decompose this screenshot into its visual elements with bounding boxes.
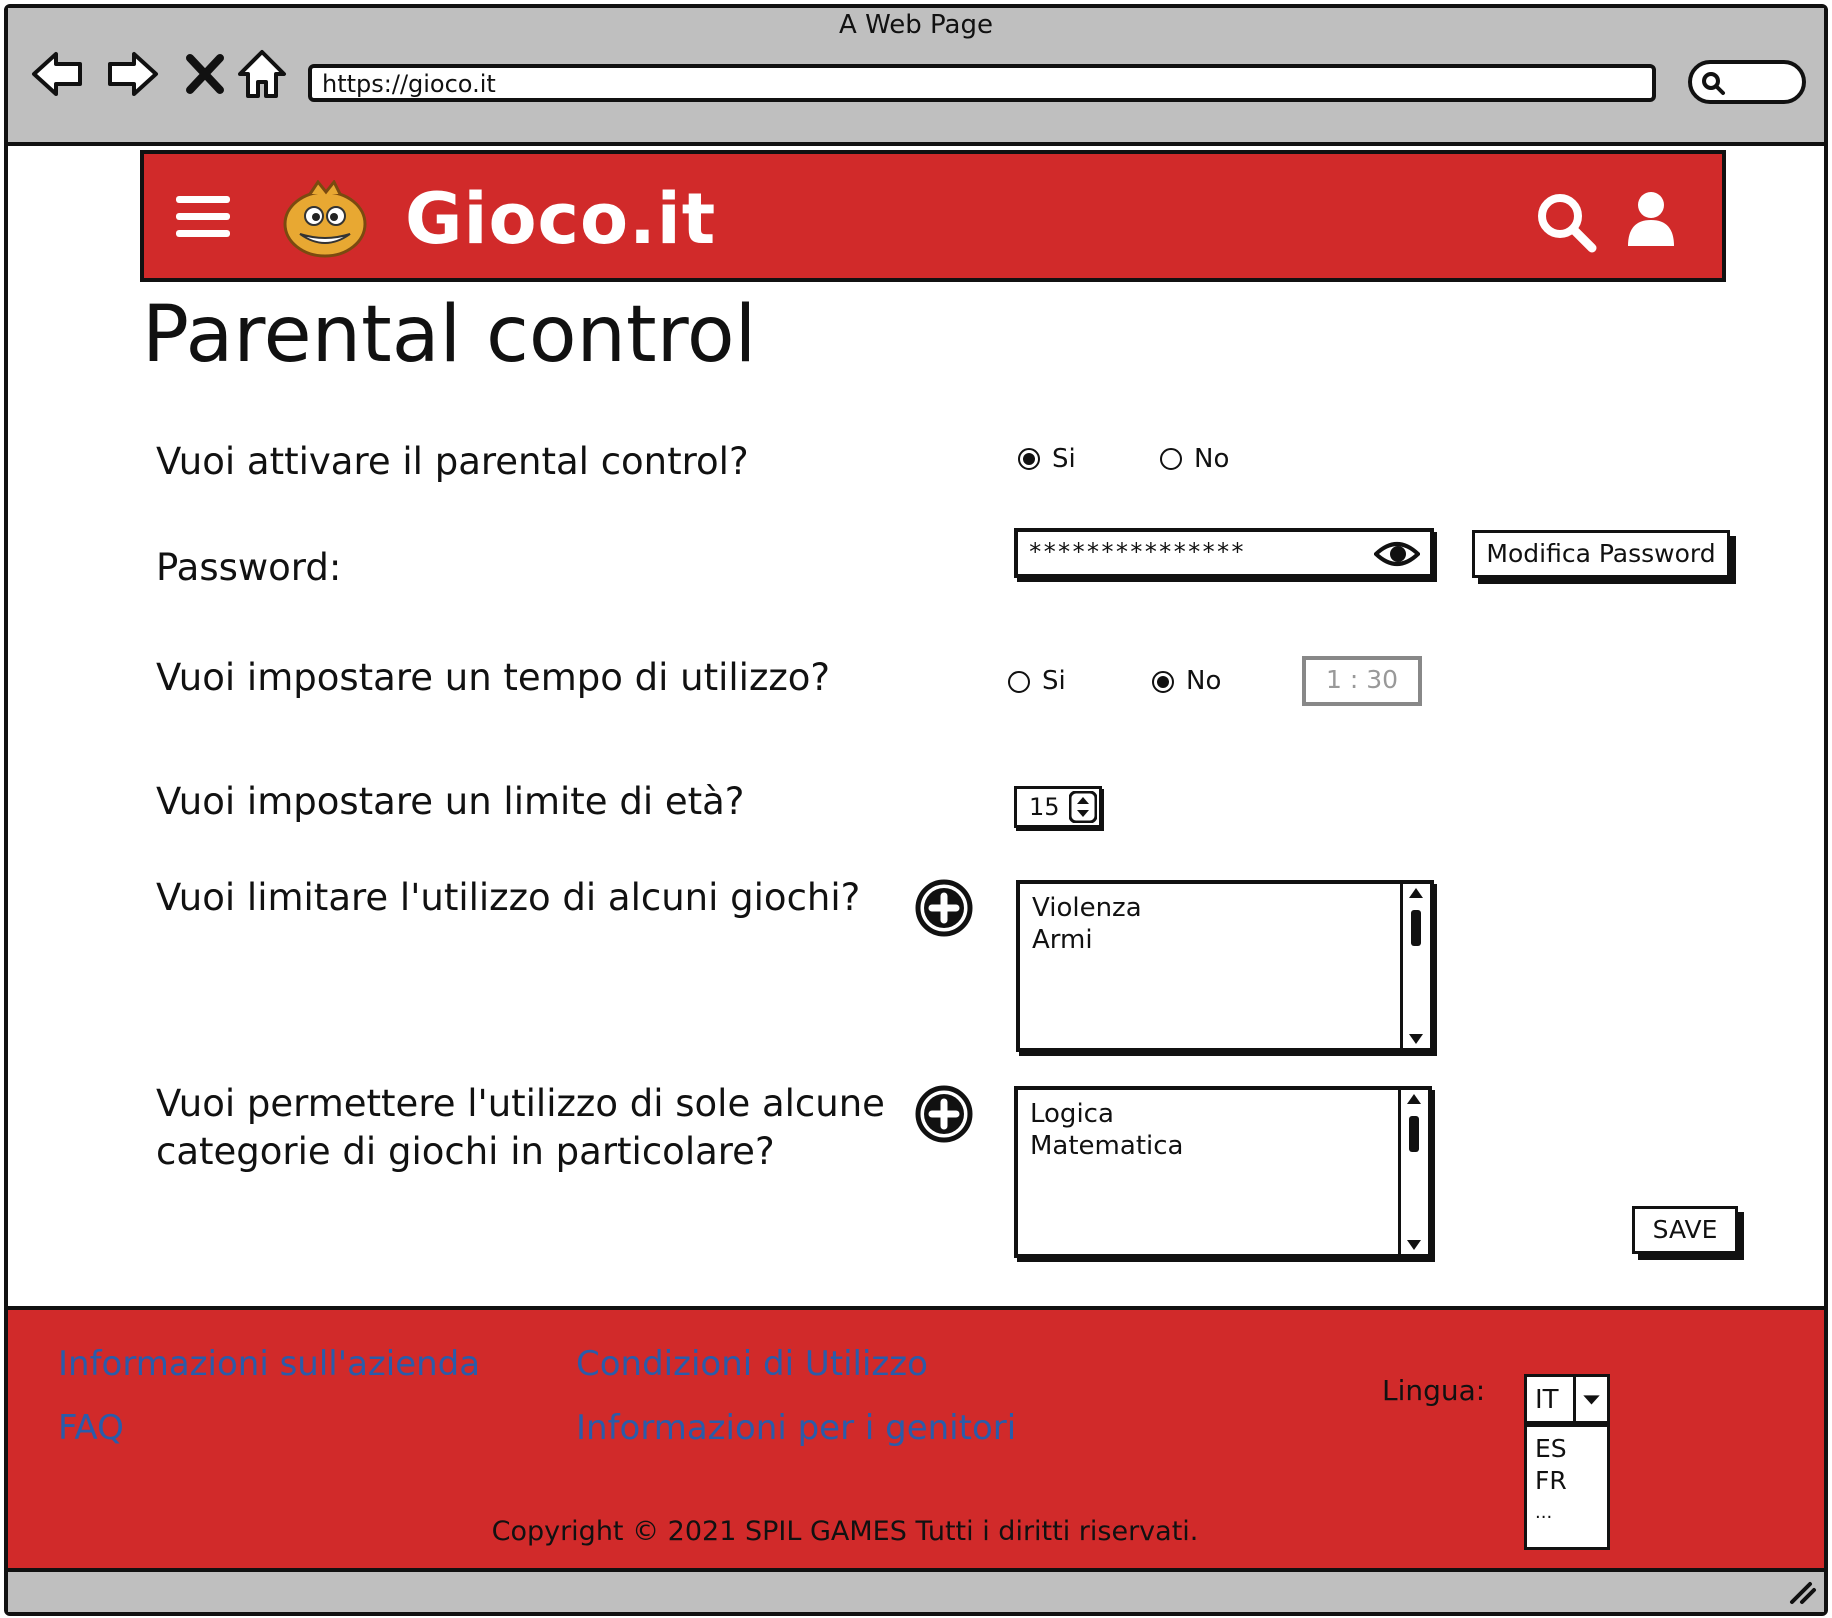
home-icon[interactable] <box>232 44 292 104</box>
list-item[interactable]: Matematica <box>1030 1130 1183 1162</box>
page-title: Parental control <box>142 290 757 380</box>
password-field[interactable]: *************** <box>1014 528 1434 578</box>
scroll-up-icon[interactable] <box>1407 886 1425 900</box>
activate-no-radio[interactable] <box>1160 448 1182 470</box>
scroll-up-icon[interactable] <box>1405 1092 1423 1106</box>
resize-grip-icon[interactable] <box>1788 1576 1818 1606</box>
language-option[interactable]: ES <box>1535 1433 1567 1465</box>
list-item[interactable]: Logica <box>1030 1098 1183 1130</box>
scroll-down-icon[interactable] <box>1405 1238 1423 1252</box>
language-options: ES FR ... <box>1535 1433 1567 1529</box>
forward-icon[interactable] <box>102 44 162 104</box>
browser-statusbar <box>8 1568 1824 1612</box>
scrollbar[interactable] <box>1398 1090 1428 1254</box>
time-input[interactable]: 1 : 30 <box>1302 656 1422 706</box>
age-question: Vuoi impostare un limite di età? <box>156 780 745 823</box>
browser-search-field[interactable] <box>1688 60 1806 104</box>
time-no-radio[interactable] <box>1152 671 1174 693</box>
menu-icon[interactable] <box>174 192 232 242</box>
footer-link-company[interactable]: Informazioni sull'azienda <box>58 1344 480 1384</box>
window-title: A Web Page <box>839 10 993 40</box>
list-item[interactable]: Armi <box>1032 924 1142 956</box>
time-no-label: No <box>1186 666 1222 696</box>
password-value: *************** <box>1028 538 1245 566</box>
limit-games-question: Vuoi limitare l'utilizzo di alcuni gioch… <box>156 876 861 919</box>
footer-link-faq[interactable]: FAQ <box>58 1408 124 1448</box>
scrollbar[interactable] <box>1400 884 1430 1048</box>
user-icon[interactable] <box>1626 190 1676 248</box>
language-label: Lingua: <box>1382 1374 1486 1407</box>
allowed-categories-list[interactable]: Logica Matematica <box>1014 1086 1432 1258</box>
time-yes-label: Si <box>1042 666 1066 696</box>
categories-question: Vuoi permettere l'utilizzo di sole alcun… <box>156 1080 885 1176</box>
scroll-thumb[interactable] <box>1409 1116 1419 1152</box>
stepper-arrows-icon[interactable] <box>1069 791 1097 823</box>
limited-games-items: Violenza Armi <box>1032 892 1142 956</box>
activate-yes-label: Si <box>1052 444 1076 474</box>
time-question: Vuoi impostare un tempo di utilizzo? <box>156 656 831 699</box>
age-value: 15 <box>1029 793 1060 821</box>
time-yes-radio[interactable] <box>1008 671 1030 693</box>
categories-question-line1: Vuoi permettere l'utilizzo di sole alcun… <box>156 1082 885 1125</box>
language-selected: IT <box>1535 1385 1559 1415</box>
eye-icon[interactable] <box>1374 538 1420 570</box>
activate-no-label: No <box>1194 444 1230 474</box>
scroll-thumb[interactable] <box>1411 910 1421 946</box>
footer-link-parents[interactable]: Informazioni per i genitori <box>576 1408 1016 1448</box>
url-bar[interactable]: https://gioco.it <box>308 64 1656 102</box>
back-icon[interactable] <box>28 44 88 104</box>
allowed-categories-items: Logica Matematica <box>1030 1098 1183 1162</box>
search-icon[interactable] <box>1534 190 1598 254</box>
limited-games-list[interactable]: Violenza Armi <box>1016 880 1434 1052</box>
mascot-logo[interactable] <box>278 180 372 260</box>
save-button[interactable]: SAVE <box>1632 1206 1738 1254</box>
language-option[interactable]: FR <box>1535 1465 1567 1497</box>
search-icon <box>1702 72 1725 95</box>
categories-question-line2: categorie di giochi in particolare? <box>156 1130 775 1173</box>
site-logo-text[interactable]: Gioco.it <box>405 178 716 260</box>
activate-yes-radio[interactable] <box>1018 448 1040 470</box>
password-label: Password: <box>156 546 342 589</box>
add-category-icon[interactable] <box>914 1084 974 1144</box>
modify-password-button[interactable]: Modifica Password <box>1472 530 1730 578</box>
language-select[interactable]: IT <box>1524 1374 1610 1424</box>
stop-icon[interactable] <box>176 44 236 104</box>
footer-link-terms[interactable]: Condizioni di Utilizzo <box>576 1344 928 1384</box>
chevron-down-icon[interactable] <box>1573 1377 1607 1421</box>
scroll-down-icon[interactable] <box>1407 1032 1425 1046</box>
site-header <box>140 150 1726 282</box>
list-item[interactable]: Violenza <box>1032 892 1142 924</box>
activate-question: Vuoi attivare il parental control? <box>156 440 749 483</box>
copyright-text: Copyright © 2021 SPIL GAMES Tutti i diri… <box>491 1516 1199 1547</box>
age-stepper[interactable]: 15 <box>1014 786 1102 828</box>
add-limited-game-icon[interactable] <box>914 878 974 938</box>
